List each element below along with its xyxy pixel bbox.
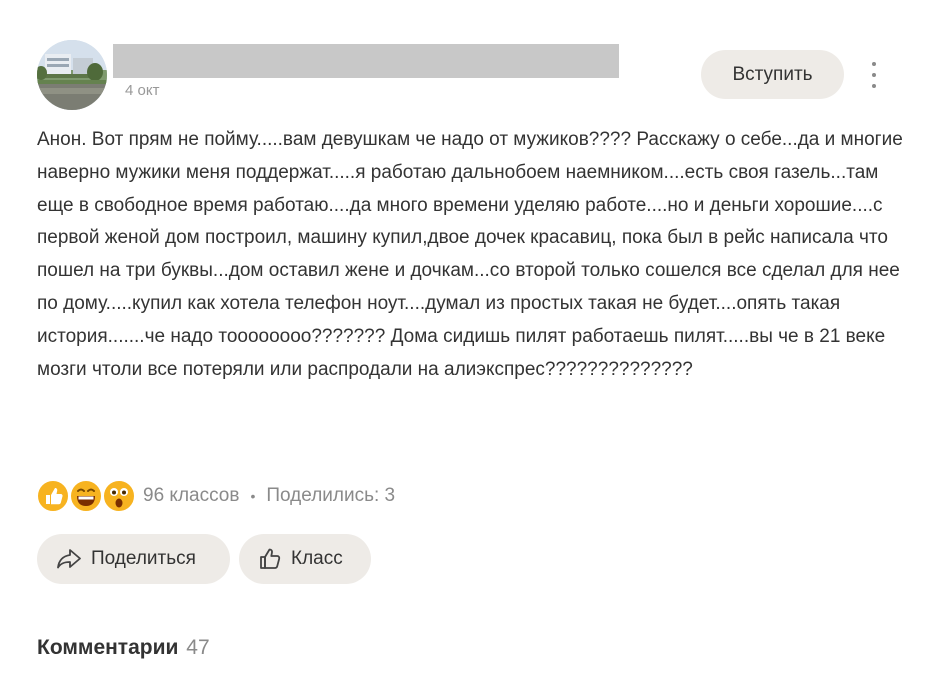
laughing-emoji-icon [70,480,102,512]
redacted-author-name [113,44,619,78]
share-button[interactable]: Поделиться [37,534,230,584]
comments-count: 47 [186,636,210,659]
group-avatar[interactable] [37,40,107,110]
reactions-summary[interactable]: 96 классов • Поделились: 3 [37,480,395,512]
more-options-icon[interactable] [862,62,886,88]
join-button[interactable]: Вступить [701,50,844,99]
share-arrow-icon [57,549,81,569]
post-card: 4 окт Вступить Анон. Вот прям не пойму..… [0,0,932,688]
post-date: 4 окт [125,82,160,99]
like-class-button[interactable]: Класс [239,534,371,584]
like-button-label: Класс [291,548,343,569]
shares-count[interactable]: Поделились: 3 [266,485,395,507]
share-button-label: Поделиться [91,548,196,569]
post-text: Анон. Вот прям не пойму.....вам девушкам… [37,129,903,380]
shocked-emoji-icon [103,480,135,512]
thumbs-up-emoji-icon [37,480,69,512]
separator-dot: • [250,488,256,504]
classes-count[interactable]: 96 классов [143,485,239,507]
thumbs-up-icon [260,548,281,569]
comments-heading: Комментарии 47 [37,636,210,660]
comments-title: Комментарии [37,636,179,659]
reaction-icons [37,480,135,512]
